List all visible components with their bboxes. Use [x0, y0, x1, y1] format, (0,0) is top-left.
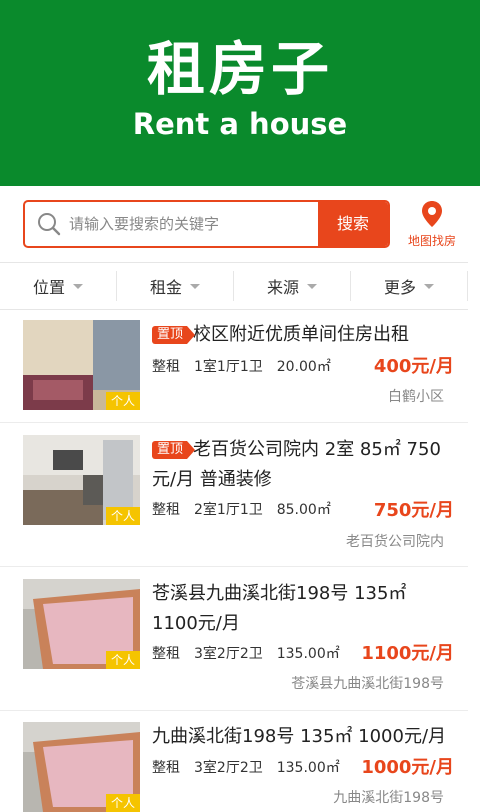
listing-title: 苍溪县九曲溪北街198号 135㎡ 1100元/月: [152, 579, 452, 639]
listing-location: 九曲溪北街198号: [333, 790, 444, 806]
listing-meta: 整租 2室1厅1卫 85.00㎡: [152, 500, 345, 520]
filter-bar: 位置 租金 来源 更多: [0, 262, 468, 310]
listing-item[interactable]: 个人 置顶 老百货公司院内 2室 85㎡ 750元/月 普通装修 整租 2室1厅1卫…: [0, 423, 468, 567]
listing-item[interactable]: 个人 置顶 校区附近优质单间住房出租 整租 1室1厅1卫 20.00㎡ 400元/月 …: [0, 311, 468, 423]
source-tag: 个人: [106, 507, 140, 525]
listing-price: 1100元/月: [361, 643, 454, 664]
area: 135.00㎡: [276, 760, 340, 776]
filter-label: 租金: [149, 278, 182, 297]
map-search-label: 地图找房: [407, 234, 456, 248]
filter-label: 更多: [383, 278, 416, 297]
listing-price: 1000元/月: [361, 757, 454, 778]
map-search-button[interactable]: 地图找房: [404, 196, 460, 254]
filter-more[interactable]: 更多: [351, 271, 468, 301]
listing-photo: 个人: [23, 579, 140, 669]
room-layout: 2室1厅1卫: [194, 502, 263, 518]
listing-meta: 整租 1室1厅1卫 20.00㎡: [152, 357, 345, 377]
listing-title-text: 九曲溪北街198号 135㎡ 1000元/月: [152, 726, 447, 747]
source-tag: 个人: [106, 392, 140, 410]
app-title: 租房子: [146, 35, 333, 103]
area: 85.00㎡: [276, 502, 331, 518]
filter-location[interactable]: 位置: [0, 271, 117, 301]
room-layout: 1室1厅1卫: [194, 359, 263, 375]
listing-title-text: 苍溪县九曲溪北街198号 135㎡ 1100元/月: [152, 583, 407, 634]
listing-title-text: 老百货公司院内 2室 85㎡ 750元/月 普通装修: [152, 439, 441, 490]
listing-photo: 个人: [23, 722, 140, 812]
location-pin-icon: [422, 201, 442, 227]
listing-item[interactable]: 个人 苍溪县九曲溪北街198号 135㎡ 1100元/月 整租 3室2厅2卫 135…: [0, 567, 468, 711]
listing-title-text: 校区附近优质单间住房出租: [193, 324, 410, 345]
caret-down-icon: [307, 283, 317, 289]
caret-down-icon: [424, 283, 434, 289]
rent-type: 整租: [152, 646, 180, 662]
room-layout: 3室2厅2卫: [194, 646, 263, 662]
listing-price: 750元/月: [373, 500, 454, 521]
filter-rent[interactable]: 租金: [117, 271, 234, 301]
listing-item[interactable]: 个人 九曲溪北街198号 135㎡ 1000元/月 整租 3室2厅2卫 135.00…: [0, 711, 468, 812]
filter-source[interactable]: 来源: [234, 271, 351, 301]
room-layout: 3室2厅2卫: [194, 760, 263, 776]
pinned-badge: 置顶: [152, 441, 196, 459]
search-button[interactable]: 搜索: [318, 202, 388, 246]
area: 135.00㎡: [276, 646, 340, 662]
listing-title: 置顶 老百货公司院内 2室 85㎡ 750元/月 普通装修: [152, 435, 452, 495]
pinned-badge: 置顶: [152, 326, 196, 344]
listing-photo: 个人: [23, 320, 140, 410]
filter-label: 位置: [32, 278, 65, 297]
listing-price: 400元/月: [373, 356, 454, 377]
source-tag: 个人: [106, 794, 140, 812]
listing-location: 老百货公司院内: [346, 534, 444, 550]
caret-down-icon: [190, 283, 200, 289]
source-tag: 个人: [106, 651, 140, 669]
search-placeholder: 请输入要搜索的关键字: [69, 215, 220, 233]
listing-meta: 整租 3室2厅2卫 135.00㎡: [152, 644, 354, 664]
listing-location: 苍溪县九曲溪北街198号: [291, 676, 444, 692]
caret-down-icon: [73, 283, 83, 289]
rent-type: 整租: [152, 502, 180, 518]
filter-label: 来源: [266, 278, 299, 297]
listing-title: 置顶 校区附近优质单间住房出租: [152, 320, 452, 350]
listing-title: 九曲溪北街198号 135㎡ 1000元/月: [152, 722, 452, 752]
rent-type: 整租: [152, 359, 180, 375]
listing-photo: 个人: [23, 435, 140, 525]
search-row: 请输入要搜索的关键字 搜索 地图找房: [0, 186, 480, 262]
rent-type: 整租: [152, 760, 180, 776]
area: 20.00㎡: [276, 359, 331, 375]
search-input[interactable]: 请输入要搜索的关键字 搜索: [23, 200, 390, 248]
app-subtitle: Rent a house: [132, 107, 348, 141]
listing-meta: 整租 3室2厅2卫 135.00㎡: [152, 758, 354, 778]
search-icon: [38, 213, 61, 236]
listing-location: 白鹤小区: [388, 389, 444, 405]
header-banner: 租房子 Rent a house: [0, 0, 480, 186]
